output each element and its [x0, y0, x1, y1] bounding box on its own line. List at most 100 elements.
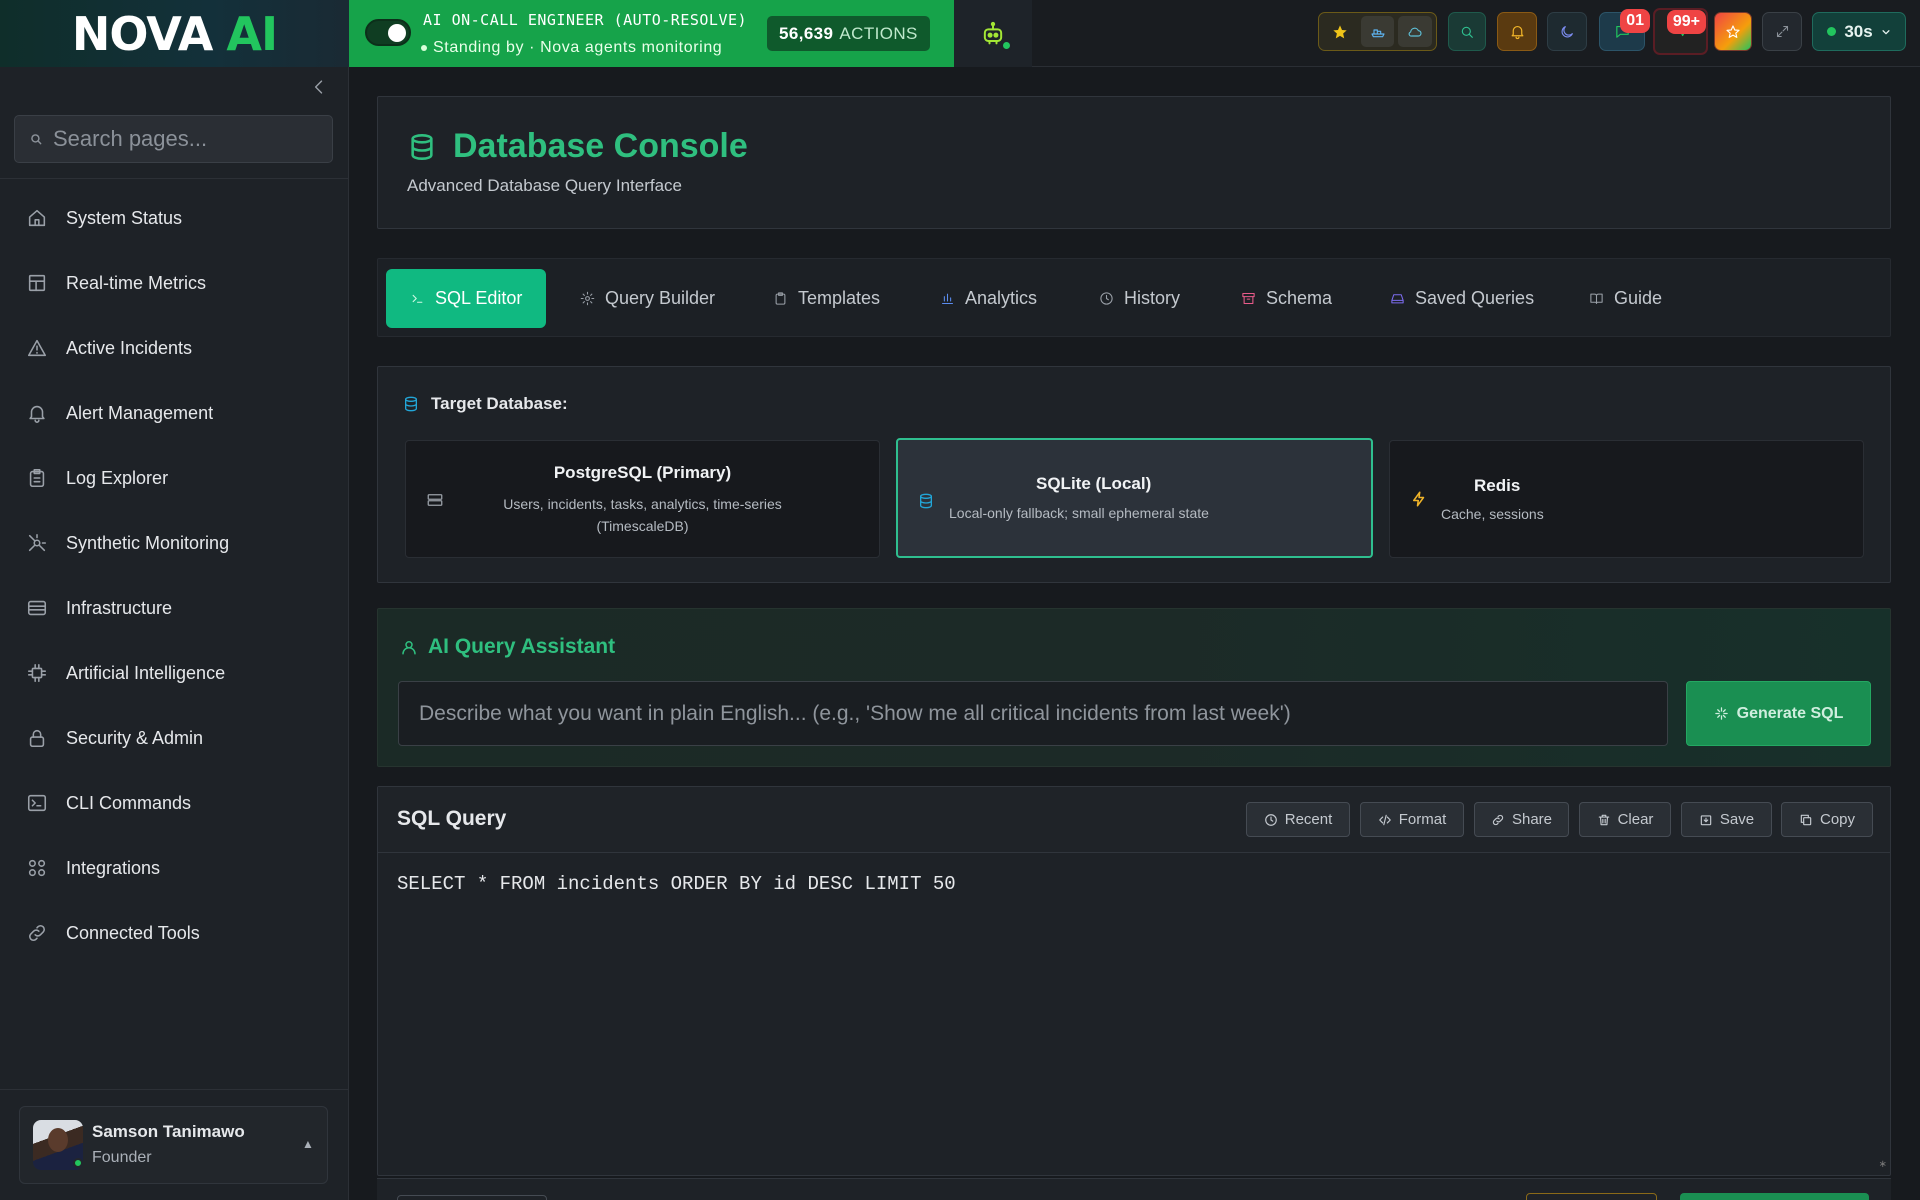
archive-icon: [1241, 291, 1256, 306]
generate-sql-button[interactable]: Generate SQL: [1686, 681, 1871, 746]
drive-icon: [1390, 291, 1405, 306]
recent-label: Recent: [1284, 811, 1333, 828]
actions-count: 56,639: [779, 23, 834, 43]
lock-icon: [29, 729, 45, 748]
expand-icon: [1776, 25, 1788, 38]
resize-handle-icon[interactable]: ∗: [1879, 1159, 1887, 1170]
sidebar-item-label: Connected Tools: [66, 922, 200, 943]
results-control[interactable]: [397, 1195, 547, 1200]
tab-query-builder[interactable]: Query Builder: [580, 269, 715, 328]
live-dot: [1827, 27, 1837, 36]
ai-query-assistant: AI Query Assistant Generate SQL: [377, 608, 1891, 767]
sidebar-item-label: CLI Commands: [66, 792, 192, 813]
clipboard-icon: [29, 468, 45, 488]
auto-resolve-toggle[interactable]: [365, 19, 411, 46]
activity-badge: 99+: [1666, 10, 1706, 34]
ai-query-input[interactable]: [398, 681, 1668, 746]
clear-label: Clear: [1617, 811, 1654, 828]
tab-sql-editor[interactable]: SQL Editor: [386, 269, 547, 328]
moon-icon: [1561, 25, 1573, 37]
tab-schema[interactable]: Schema: [1241, 269, 1332, 328]
clear-button[interactable]: Clear: [1579, 802, 1671, 837]
clock-icon: [1264, 813, 1278, 827]
target-database-header: Target Database:: [403, 394, 568, 414]
tab-label: History: [1124, 288, 1181, 308]
tab-guide[interactable]: Guide: [1589, 269, 1662, 328]
page-search-input[interactable]: [53, 126, 313, 152]
tab-history[interactable]: History: [1099, 269, 1180, 328]
notifications-button[interactable]: [1497, 12, 1537, 51]
ship-button[interactable]: [1360, 16, 1395, 47]
copy-label: Copy: [1819, 811, 1856, 828]
run-query-button[interactable]: [1680, 1193, 1869, 1200]
sidebar-item-real-time-metrics[interactable]: Real-time Metrics: [26, 263, 326, 303]
sidebar-item-artificial-intelligence[interactable]: Artificial Intelligence: [26, 653, 326, 693]
sidebar-item-active-incidents[interactable]: Active Incidents: [26, 328, 326, 368]
format-button[interactable]: Format: [1360, 802, 1464, 837]
tab-analytics[interactable]: Analytics: [940, 269, 1037, 328]
oncall-status-text: Standing by · Nova agents monitoring: [433, 39, 723, 56]
ai-agent-button[interactable]: [954, 0, 1032, 67]
sparkles-icon: [1714, 706, 1729, 721]
dashboard-icon: [28, 274, 46, 292]
copy-icon: [1799, 813, 1813, 827]
database-icon: [403, 396, 419, 412]
cloud-button[interactable]: [1398, 16, 1433, 47]
search-button[interactable]: [1448, 12, 1486, 51]
tab-label: Schema: [1266, 288, 1333, 308]
sidebar-item-integrations[interactable]: Integrations: [26, 848, 326, 888]
sidebar-item-cli-commands[interactable]: CLI Commands: [26, 783, 326, 823]
fullscreen-button[interactable]: [1762, 12, 1802, 51]
user-menu[interactable]: Samson Tanimawo Founder ▲: [19, 1106, 328, 1184]
sidebar-item-label: Synthetic Monitoring: [66, 532, 230, 553]
db-description-line2: (TimescaleDB): [596, 518, 689, 534]
results-toolbar: [377, 1178, 1891, 1200]
ship-icon: [1370, 28, 1385, 37]
sidebar-item-label: Alert Management: [66, 402, 214, 423]
results-control[interactable]: [1526, 1193, 1657, 1200]
ai-assistant-header: AI Query Assistant: [400, 635, 615, 659]
book-icon: [1589, 291, 1604, 306]
sidebar-item-label: Real-time Metrics: [66, 272, 207, 293]
db-description: Cache, sessions: [1441, 506, 1544, 522]
actions-counter[interactable]: 56,639 ACTIONS: [767, 16, 930, 51]
tab-templates[interactable]: Templates: [773, 269, 880, 328]
sidebar-item-label: System Status: [66, 207, 183, 228]
favorites-button[interactable]: [1714, 12, 1752, 51]
activity-button[interactable]: 99+: [1653, 8, 1708, 55]
ai-assistant-title: AI Query Assistant: [428, 635, 616, 658]
theme-button[interactable]: [1547, 12, 1587, 51]
star-button[interactable]: [1323, 16, 1357, 47]
app-logo[interactable]: NOVA AI: [0, 0, 349, 67]
sidebar-item-alert-management[interactable]: Alert Management: [26, 393, 326, 433]
sql-query-text[interactable]: SELECT * FROM incidents ORDER BY id DESC…: [397, 873, 956, 895]
cloud-icon: [1408, 27, 1422, 37]
sidebar-item-infrastructure[interactable]: Infrastructure: [26, 588, 326, 628]
sidebar-item-connected-tools[interactable]: Connected Tools: [26, 913, 326, 953]
db-card-sqlite[interactable]: SQLite (Local) Local-only fallback; smal…: [896, 438, 1373, 558]
db-card-postgresql[interactable]: PostgreSQL (Primary) Users, incidents, t…: [405, 440, 880, 558]
db-card-redis[interactable]: Redis Cache, sessions: [1389, 440, 1864, 558]
collapse-sidebar-button[interactable]: [309, 77, 329, 97]
bolt-icon: [1410, 490, 1428, 508]
copy-button[interactable]: Copy: [1781, 802, 1873, 837]
recent-button[interactable]: Recent: [1246, 802, 1350, 837]
sidebar-item-label: Artificial Intelligence: [66, 662, 226, 683]
link-icon: [29, 925, 45, 941]
sidebar-item-security-admin[interactable]: Security & Admin: [26, 718, 326, 758]
sidebar-item-synthetic-monitoring[interactable]: Synthetic Monitoring: [26, 523, 326, 563]
save-button[interactable]: Save: [1681, 802, 1772, 837]
sidebar-item-system-status[interactable]: System Status: [26, 198, 326, 238]
sidebar-divider: [0, 1089, 348, 1090]
db-description: Users, incidents, tasks, analytics, time…: [406, 493, 879, 537]
tab-saved-queries[interactable]: Saved Queries: [1390, 269, 1534, 328]
chat-button[interactable]: 01: [1599, 9, 1650, 51]
chevron-down-icon: [1882, 29, 1890, 34]
sidebar-item-log-explorer[interactable]: Log Explorer: [26, 458, 326, 498]
toggle-knob: [388, 24, 406, 42]
refresh-interval-select[interactable]: 30s: [1812, 12, 1906, 51]
share-button[interactable]: Share: [1474, 802, 1569, 837]
quick-tools-group: [1318, 12, 1437, 51]
terminal-icon: [27, 794, 47, 812]
clock-icon: [1099, 291, 1114, 306]
